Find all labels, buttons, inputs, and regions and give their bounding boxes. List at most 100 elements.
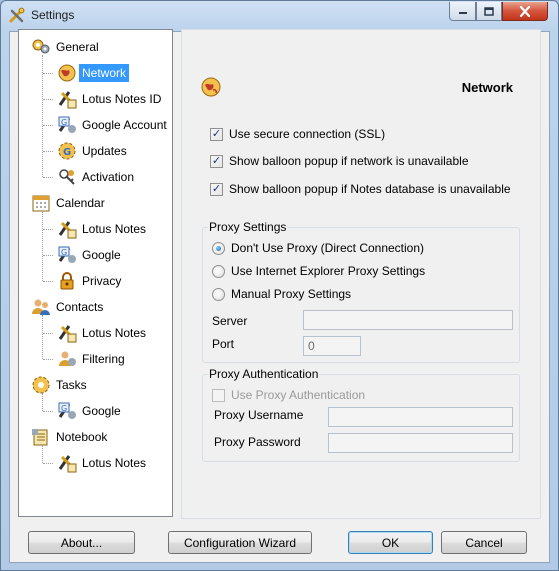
tree-item-google[interactable]: G Google	[57, 401, 124, 421]
google-sync-icon: G	[57, 401, 79, 421]
lotus-id-icon	[57, 89, 79, 109]
panel-header	[182, 30, 540, 82]
tree-item-network[interactable]: Network	[57, 63, 130, 83]
tree-connector	[42, 211, 43, 281]
tree-item-contacts[interactable]: Contacts	[31, 297, 106, 317]
tree-connector	[43, 99, 53, 100]
tree-connector	[43, 125, 53, 126]
maximize-button[interactable]	[476, 2, 502, 21]
tree-item-label: Filtering	[82, 352, 125, 366]
gears-icon	[31, 37, 53, 57]
tree-item-label: Lotus Notes ID	[82, 92, 162, 106]
tree-connector	[43, 255, 53, 256]
tree-item-label: Lotus Notes	[82, 326, 147, 340]
network-popup-checkbox[interactable]: ✓	[210, 154, 223, 168]
tree-connector	[43, 463, 53, 464]
svg-text:G: G	[61, 248, 67, 257]
minimize-icon	[458, 12, 467, 14]
ie-proxy-label: Use Internet Explorer Proxy Settings	[231, 264, 426, 278]
tree-connector	[43, 73, 53, 74]
calendar-icon	[31, 193, 53, 213]
server-input[interactable]	[303, 310, 513, 330]
ie-proxy-option[interactable]: Use Internet Explorer Proxy Settings	[212, 264, 425, 278]
updates-gear-icon: G	[57, 141, 79, 161]
notes-db-popup-checkbox-label: Show balloon popup if Notes database is …	[229, 182, 511, 196]
tree-connector	[42, 445, 43, 463]
notes-db-popup-checkbox-row[interactable]: ✓ Show balloon popup if Notes database i…	[210, 182, 511, 196]
ie-proxy-radio[interactable]	[212, 264, 225, 278]
server-label: Server	[212, 314, 248, 328]
tree-connector	[43, 333, 53, 334]
ok-button[interactable]: OK	[348, 531, 433, 554]
use-proxy-auth-label: Use Proxy Authentication	[231, 388, 366, 402]
svg-text:G: G	[61, 118, 67, 127]
tree-item-privacy[interactable]: Privacy	[57, 271, 124, 291]
tree-item-label: Lotus Notes	[82, 456, 147, 470]
tree-item-label: General	[56, 40, 99, 54]
proxy-password-label: Proxy Password	[214, 435, 301, 449]
tree-item-lotus-notes-id[interactable]: Lotus Notes ID	[57, 89, 164, 109]
tree-item-general[interactable]: General	[31, 37, 102, 57]
tree-item-google-account[interactable]: G Google Account	[57, 115, 170, 135]
google-sync-icon: G	[57, 245, 79, 265]
activation-key-icon	[57, 167, 79, 187]
notes-db-popup-checkbox[interactable]: ✓	[210, 182, 223, 196]
tasks-gear-icon	[31, 375, 53, 395]
tree-item-label: Tasks	[56, 378, 87, 392]
globe-network-icon	[201, 77, 221, 97]
tree-item-google[interactable]: G Google	[57, 245, 124, 265]
tree-connector	[43, 151, 53, 152]
panel-title: Network	[461, 80, 513, 95]
use-proxy-auth-checkbox[interactable]	[212, 388, 225, 402]
tree-item-calendar[interactable]: Calendar	[31, 193, 108, 213]
port-input[interactable]: 0	[303, 336, 361, 356]
svg-text:G: G	[63, 147, 71, 158]
tree-item-filtering[interactable]: Filtering	[57, 349, 128, 369]
tree-item-notebook[interactable]: Notebook	[31, 427, 110, 447]
proxy-password-input[interactable]	[328, 433, 513, 453]
tree-item-label: Network	[79, 64, 130, 82]
tree-item-label: Activation	[82, 170, 135, 184]
proxy-settings-legend: Proxy Settings	[208, 220, 288, 234]
tree-item-label: Privacy	[82, 274, 122, 288]
tree-item-tasks[interactable]: Tasks	[31, 375, 90, 395]
manual-proxy-label: Manual Proxy Settings	[231, 287, 352, 301]
proxy-auth-legend: Proxy Authentication	[208, 367, 320, 381]
svg-text:G: G	[61, 404, 67, 413]
network-popup-checkbox-row[interactable]: ✓ Show balloon popup if network is unava…	[210, 154, 469, 168]
tree-connector	[43, 411, 53, 412]
settings-tree[interactable]: General Network Lotus Notes ID G Google Acco…	[18, 29, 173, 517]
ssl-checkbox[interactable]: ✓	[210, 127, 223, 141]
tree-item-lotus-notes[interactable]: Lotus Notes	[57, 323, 149, 343]
port-label: Port	[212, 337, 235, 351]
title-bar[interactable]: Settings	[1, 1, 558, 31]
tree-item-updates[interactable]: G Updates	[57, 141, 130, 161]
manual-proxy-radio[interactable]	[212, 287, 225, 301]
tree-item-label: Calendar	[56, 196, 105, 210]
filter-contacts-icon	[57, 349, 79, 369]
tree-item-lotus-notes[interactable]: Lotus Notes	[57, 453, 149, 473]
notebook-icon	[31, 427, 53, 447]
lotus-notes-icon	[57, 219, 79, 239]
ssl-checkbox-row[interactable]: ✓ Use secure connection (SSL)	[210, 127, 385, 141]
tree-connector	[42, 315, 43, 359]
use-proxy-auth-row[interactable]: Use Proxy Authentication	[212, 388, 365, 402]
configuration-wizard-button[interactable]: Configuration Wizard	[168, 531, 312, 554]
manual-proxy-option[interactable]: Manual Proxy Settings	[212, 287, 351, 301]
tree-item-activation[interactable]: Activation	[57, 167, 137, 187]
ssl-checkbox-label: Use secure connection (SSL)	[229, 127, 386, 141]
tree-item-label: Contacts	[56, 300, 104, 314]
about-button[interactable]: About...	[28, 531, 135, 554]
maximize-icon	[484, 6, 494, 16]
lotus-notes-icon	[57, 323, 79, 343]
lock-icon	[57, 271, 79, 291]
tree-item-label: Notebook	[56, 430, 108, 444]
no-proxy-option[interactable]: Don't Use Proxy (Direct Connection)	[212, 241, 424, 255]
tree-item-label: Updates	[82, 144, 127, 158]
minimize-button[interactable]	[449, 2, 476, 21]
proxy-username-input[interactable]	[328, 407, 513, 427]
tree-item-lotus-notes[interactable]: Lotus Notes	[57, 219, 149, 239]
no-proxy-radio[interactable]	[212, 241, 225, 255]
cancel-button[interactable]: Cancel	[441, 531, 527, 554]
close-button[interactable]	[502, 2, 548, 21]
